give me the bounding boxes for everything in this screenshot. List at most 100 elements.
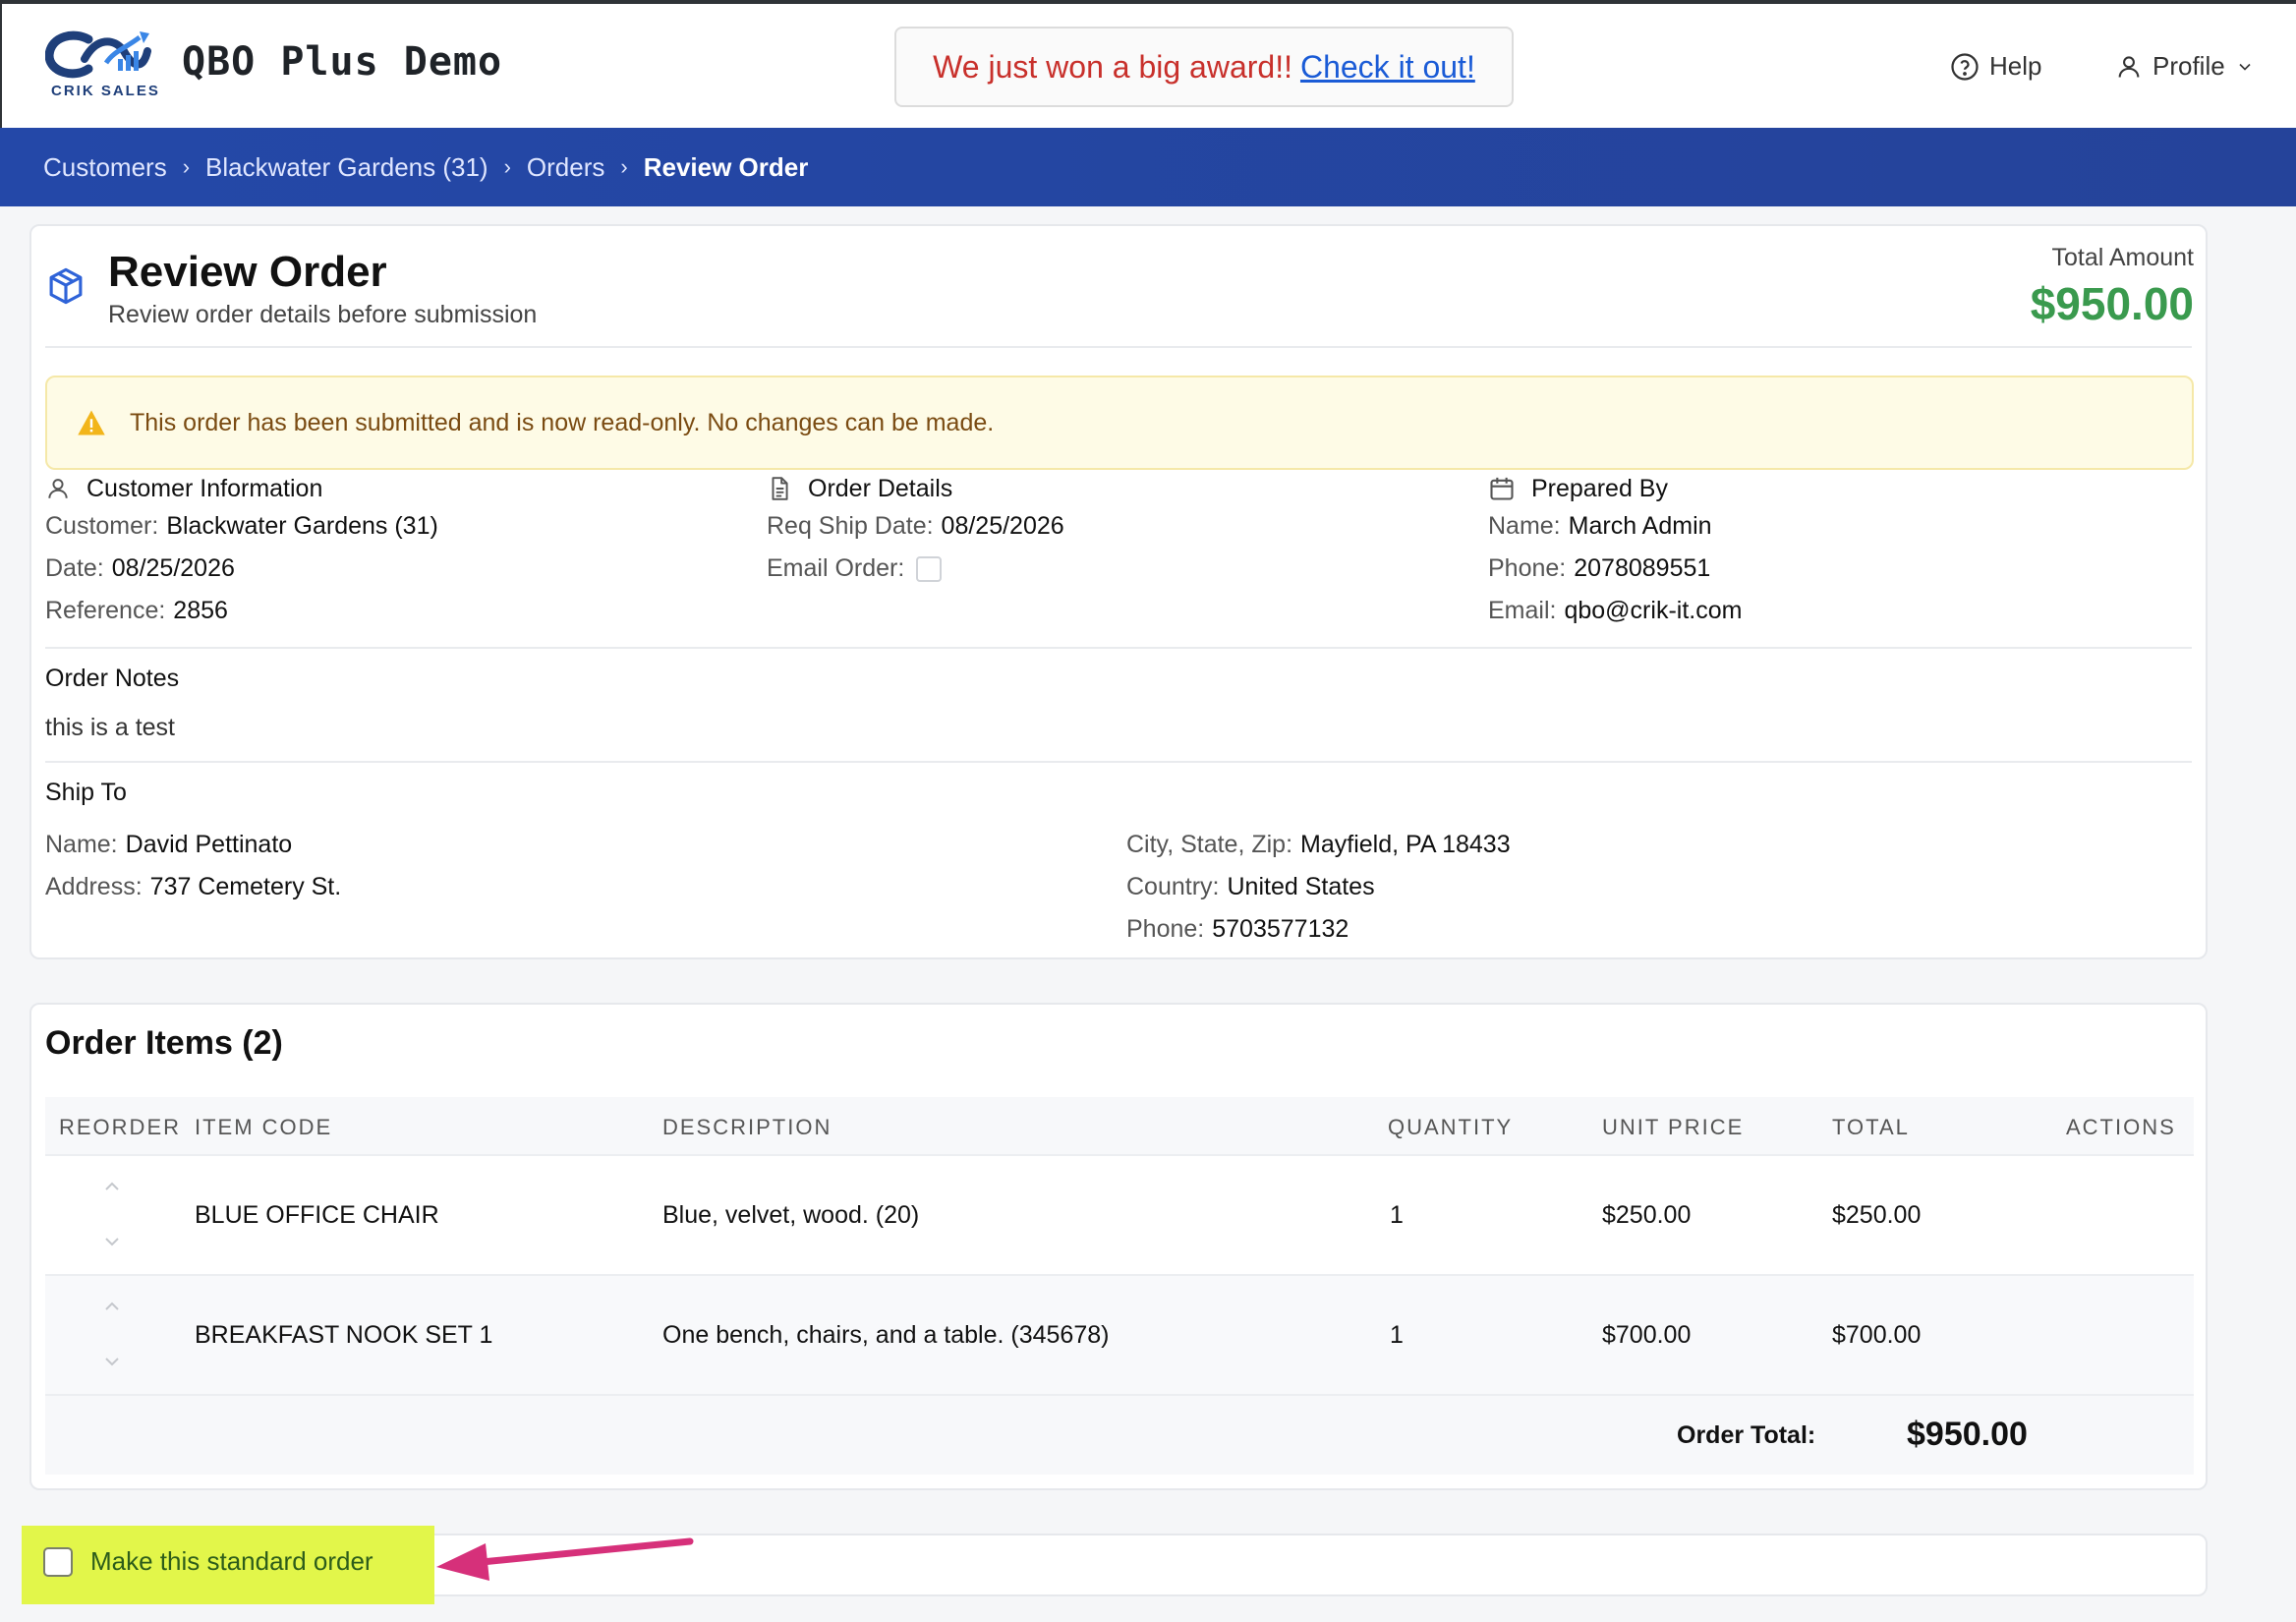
help-button[interactable]: Help: [1950, 51, 2041, 82]
prep-phone-value: 2078089551: [1574, 554, 1711, 582]
reference-value: 2856: [173, 597, 228, 624]
review-order-card: Review Order Review order details before…: [29, 224, 2208, 959]
reorder-arrows-icon[interactable]: [100, 1298, 124, 1376]
award-message: We just won a big award!!: [933, 48, 1292, 85]
breadcrumb-current: Review Order: [643, 151, 809, 182]
order-total-value: $950.00: [1907, 1416, 2028, 1453]
customer-info-heading: Customer Information: [45, 472, 438, 505]
table-header: REORDER ITEM CODE DESCRIPTION QUANTITY U…: [45, 1097, 2194, 1156]
ship-to-right: City, State, Zip: Mayfield, PA 18433 Coun…: [1126, 824, 1511, 951]
annotation-arrow-icon: [436, 1537, 694, 1581]
order-notes-heading: Order Notes: [45, 665, 180, 692]
item-description: Blue, velvet, wood. (20): [662, 1201, 920, 1229]
user-icon: [48, 479, 68, 498]
ship-date-label: Req Ship Date:: [767, 512, 934, 540]
app-title: QBO Plus Demo: [182, 39, 503, 85]
page-title: Review Order: [108, 248, 387, 296]
breadcrumb-customers[interactable]: Customers: [43, 152, 167, 183]
ship-csz-label: City, State, Zip:: [1126, 831, 1293, 858]
col-item-code: ITEM CODE: [195, 1115, 333, 1139]
logo-text: CRIK SALES: [51, 83, 160, 99]
divider: [45, 647, 2192, 649]
ship-date-value: 08/25/2026: [941, 512, 1064, 540]
order-details: Order Details Req Ship Date: 08/25/2026 E…: [767, 472, 1064, 590]
email-order-checkbox[interactable]: [916, 556, 943, 582]
item-code: BLUE OFFICE CHAIR: [195, 1201, 439, 1229]
order-items-table: REORDER ITEM CODE DESCRIPTION QUANTITY U…: [45, 1097, 2194, 1475]
customer-label: Customer:: [45, 512, 159, 540]
help-label: Help: [1989, 51, 2042, 81]
package-icon: [49, 267, 83, 305]
standard-order-checkbox[interactable]: [43, 1546, 73, 1577]
prepared-by: Prepared By Name: March Admin Phone: 20780…: [1488, 472, 1742, 632]
breadcrumb: Customers › Blackwater Gardens (31) › Or…: [0, 128, 2296, 206]
order-items-title: Order Items (2): [45, 1024, 283, 1062]
ship-name-label: Name:: [45, 831, 118, 858]
item-quantity: 1: [1390, 1321, 1404, 1349]
logo-mark-icon: [44, 30, 151, 79]
customer-value: Blackwater Gardens (31): [166, 512, 438, 540]
col-actions: ACTIONS: [2066, 1115, 2176, 1139]
divider: [45, 761, 2192, 763]
prep-name-label: Name:: [1488, 512, 1561, 540]
item-description: One bench, chairs, and a table. (345678): [662, 1321, 1110, 1349]
item-unit-price: $700.00: [1602, 1321, 1692, 1349]
prepared-by-title: Prepared By: [1531, 474, 1668, 502]
ship-name-row: Name: David Pettinato: [45, 824, 341, 866]
award-banner: We just won a big award!! Check it out!: [894, 27, 1514, 107]
prepared-by-heading: Prepared By: [1488, 472, 1742, 505]
total-amount-label: Total Amount: [2051, 244, 2194, 271]
total-amount-value: $950.00: [2030, 278, 2194, 329]
profile-menu[interactable]: Profile: [2115, 51, 2255, 82]
profile-label: Profile: [2152, 51, 2225, 81]
breadcrumb-separator: ›: [620, 154, 628, 179]
ship-date-row: Req Ship Date: 08/25/2026: [767, 505, 1064, 548]
order-details-title: Order Details: [808, 474, 953, 502]
chevron-down-icon: [2239, 63, 2251, 71]
customer-info-title: Customer Information: [86, 474, 323, 502]
item-unit-price: $250.00: [1602, 1201, 1692, 1229]
order-details-heading: Order Details: [767, 472, 1064, 505]
ship-phone-value: 5703577132: [1212, 915, 1349, 943]
breadcrumb-orders[interactable]: Orders: [527, 152, 604, 183]
customer-row: Customer: Blackwater Gardens (31): [45, 505, 438, 548]
ship-address-value: 737 Cemetery St.: [149, 873, 342, 900]
ship-country-value: United States: [1227, 873, 1375, 900]
prep-phone-label: Phone:: [1488, 554, 1567, 582]
breadcrumb-separator: ›: [182, 154, 191, 179]
ship-to-left: Name: David Pettinato Address: 737 Cemeter…: [45, 824, 341, 908]
customer-information: Customer Information Customer: Blackwater…: [45, 472, 438, 632]
col-reorder: REORDER: [59, 1115, 182, 1139]
standard-order-toggle[interactable]: Make this standard order: [43, 1546, 373, 1577]
crik-sales-logo[interactable]: CRIK SALES: [44, 29, 163, 104]
ship-address-row: Address: 737 Cemetery St.: [45, 866, 341, 908]
award-link[interactable]: Check it out!: [1300, 49, 1475, 86]
ship-phone-row: Phone: 5703577132: [1126, 908, 1511, 951]
date-row: Date: 08/25/2026: [45, 548, 438, 590]
breadcrumb-customer[interactable]: Blackwater Gardens (31): [205, 152, 488, 183]
prep-email-row: Email: qbo@crik-it.com: [1488, 590, 1742, 632]
col-quantity: QUANTITY: [1388, 1115, 1514, 1139]
user-icon: [2118, 55, 2140, 78]
help-circle-icon: [1951, 52, 1979, 81]
date-label: Date:: [45, 554, 104, 582]
alert-text: This order has been submitted and is now…: [130, 408, 995, 436]
item-quantity: 1: [1390, 1201, 1404, 1229]
ship-to-heading: Ship To: [45, 779, 127, 806]
page-subtitle: Review order details before submission: [108, 301, 538, 328]
table-row: BLUE OFFICE CHAIR Blue, velvet, wood. (2…: [45, 1156, 2194, 1276]
ship-csz-row: City, State, Zip: Mayfield, PA 18433: [1126, 824, 1511, 866]
standard-order-label: Make this standard order: [90, 1546, 373, 1576]
divider: [45, 346, 2192, 348]
reference-label: Reference:: [45, 597, 166, 624]
item-code: BREAKFAST NOOK SET 1: [195, 1321, 493, 1349]
ship-csz-value: Mayfield, PA 18433: [1300, 831, 1511, 858]
prep-email-label: Email:: [1488, 597, 1557, 624]
order-total-row: Order Total: $950.00: [45, 1396, 2194, 1475]
reference-row: Reference: 2856: [45, 590, 438, 632]
warning-icon: [78, 410, 105, 435]
col-description: DESCRIPTION: [662, 1115, 832, 1139]
reorder-arrows-icon[interactable]: [100, 1178, 124, 1256]
item-total: $250.00: [1832, 1201, 1922, 1229]
read-only-alert: This order has been submitted and is now…: [45, 376, 2194, 470]
